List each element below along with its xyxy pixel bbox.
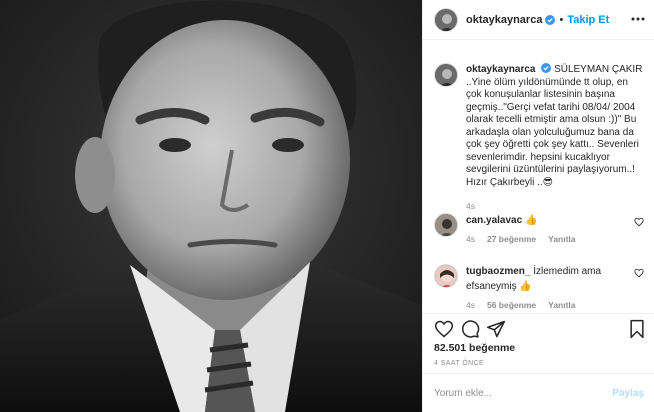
heart-icon[interactable] [434, 319, 454, 339]
comment-item: tugbaozmen_ İzlemedim ama efsaneymiş 👍 4… [434, 264, 646, 310]
likes-count[interactable]: 82.501 beğenme [434, 342, 515, 354]
portrait-photo [0, 0, 422, 412]
avatar[interactable] [434, 63, 458, 87]
comment-time: 4s [466, 300, 475, 310]
caption-username[interactable]: oktaykaynarca [466, 64, 536, 75]
avatar[interactable] [434, 213, 458, 237]
comment-username[interactable]: tugbaozmen_ [466, 266, 530, 277]
verified-badge-icon [541, 63, 552, 73]
comment-likes[interactable]: 27 beğenme [487, 234, 536, 244]
comments-list[interactable]: oktaykaynarca SÜLEYMAN ÇAKIR ..Yine ölüm… [423, 41, 654, 313]
comment-username[interactable]: can.yalavac [466, 215, 522, 226]
reply-button[interactable]: Yanıtla [548, 234, 575, 244]
heart-icon[interactable] [634, 268, 644, 278]
post-caption: oktaykaynarca SÜLEYMAN ÇAKIR ..Yine ölüm… [434, 63, 646, 211]
post-image[interactable] [0, 0, 422, 412]
reply-button[interactable]: Yanıtla [548, 300, 575, 310]
post-timestamp: 4 SAAT ÖNCE [434, 360, 485, 367]
comment-icon[interactable] [460, 319, 480, 339]
add-comment-bar: Yorum ekle... Paylaş [423, 373, 654, 412]
avatar[interactable] [434, 7, 458, 32]
caption-text: SÜLEYMAN ÇAKIR ..Yine ölüm yıldönümünde … [466, 64, 643, 188]
post-header: oktaykaynarca • Takip Et [423, 0, 654, 40]
share-icon[interactable] [486, 319, 506, 339]
post-sidebar: oktaykaynarca • Takip Et oktaykaynarca S… [422, 0, 654, 412]
comment-likes[interactable]: 56 beğenme [487, 300, 536, 310]
post-comment-button[interactable]: Paylaş [612, 388, 644, 399]
more-options-icon[interactable] [629, 12, 647, 26]
caption-time: 4s [466, 201, 475, 211]
verified-badge-icon [545, 14, 556, 25]
separator-dot: • [559, 13, 564, 26]
comment-item: can.yalavac 👍 4s 27 beğenme Yanıtla [434, 213, 646, 244]
comment-text: 👍 [524, 215, 538, 226]
avatar[interactable] [434, 264, 458, 288]
heart-icon[interactable] [634, 217, 644, 227]
comment-time: 4s [466, 234, 475, 244]
username-link[interactable]: oktaykaynarca [466, 14, 542, 26]
bookmark-icon[interactable] [628, 319, 646, 339]
comment-input[interactable]: Yorum ekle... [434, 388, 492, 399]
follow-button[interactable]: Takip Et [567, 14, 609, 26]
action-icons [434, 319, 646, 341]
